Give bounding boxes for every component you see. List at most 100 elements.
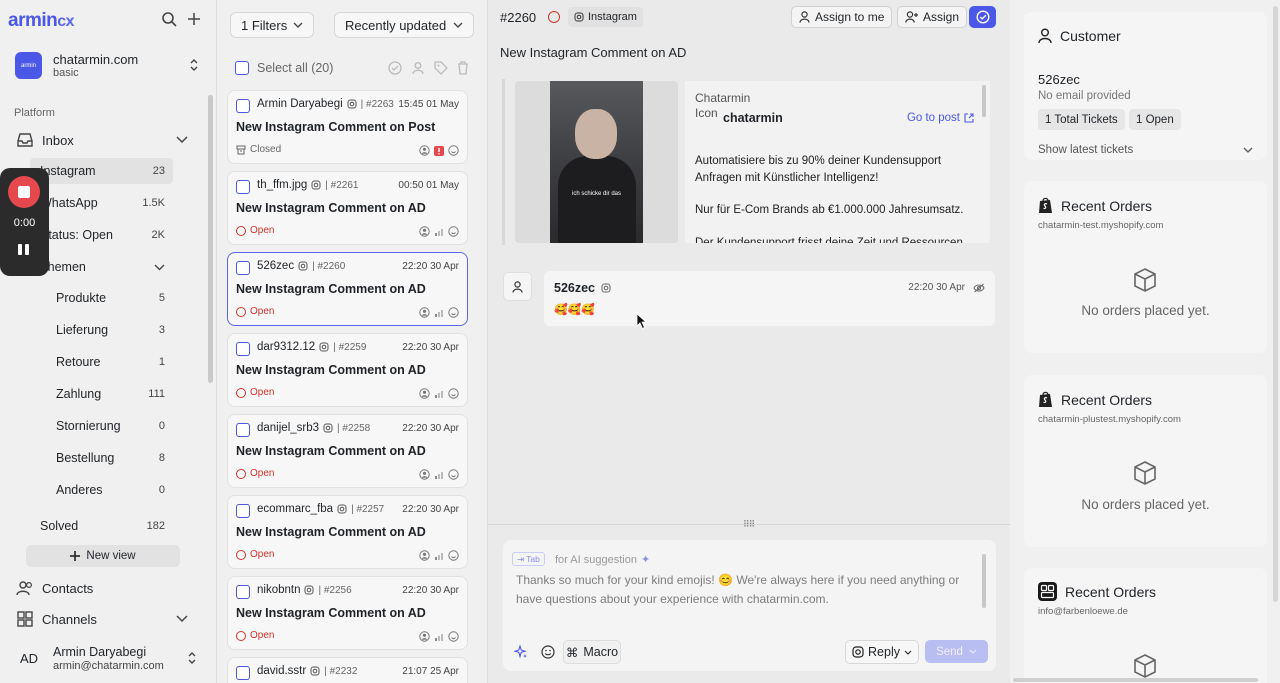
box-icon bbox=[1132, 267, 1158, 296]
shopify-icon bbox=[1038, 391, 1053, 408]
open-status-icon bbox=[236, 468, 246, 479]
broken-image: Chatarmin Icon bbox=[695, 91, 751, 120]
select-all[interactable]: Select all (20) bbox=[235, 61, 333, 75]
store-grid-icon bbox=[1038, 582, 1057, 601]
assign-button[interactable]: Assign bbox=[897, 6, 968, 28]
sidebar: armincx armin chatarmin.com basic Platfo… bbox=[0, 0, 217, 683]
box-icon bbox=[1132, 460, 1158, 489]
user-menu[interactable]: AD Armin Daryabegi armin@chatarmin.com bbox=[18, 645, 203, 675]
assignee-icon bbox=[419, 387, 430, 402]
ticket-checkbox[interactable] bbox=[236, 666, 250, 680]
panel-scrollbar[interactable] bbox=[1273, 6, 1278, 602]
ticket-checkbox[interactable] bbox=[236, 585, 250, 599]
pause-icon[interactable] bbox=[18, 244, 29, 255]
plus-icon[interactable] bbox=[187, 11, 201, 27]
show-latest-tickets[interactable]: Show latest tickets bbox=[1038, 144, 1253, 156]
workspace-switcher[interactable]: armin chatarmin.com basic bbox=[15, 52, 205, 80]
ticket-card[interactable]: Armin Daryabegi | #2263 15:45 01 May New … bbox=[227, 90, 468, 164]
sidebar-topic-produkte[interactable]: Produkte 5 bbox=[46, 285, 173, 311]
sidebar-item-contacts[interactable]: Contacts bbox=[14, 575, 194, 601]
contacts-icon bbox=[14, 580, 36, 596]
message-bubble: 526zec 22:20 30 Apr 🥰🥰🥰 bbox=[544, 271, 995, 326]
user-email: armin@chatarmin.com bbox=[53, 660, 164, 672]
ticket-card[interactable]: nikobntn | #2256 22:20 30 Apr New Instagr… bbox=[227, 576, 468, 650]
sidebar-topic-anderes[interactable]: Anderes 0 bbox=[46, 477, 173, 503]
reply-composer[interactable]: ⇥ Tab for AI suggestion ✦ Thanks so much … bbox=[503, 540, 996, 671]
new-view-button[interactable]: New view bbox=[26, 545, 180, 567]
total-tickets-badge: 1 Total Tickets bbox=[1038, 109, 1125, 130]
composer-scrollbar[interactable] bbox=[982, 554, 986, 608]
ticket-checkbox[interactable] bbox=[236, 342, 250, 356]
ticket-card-selected[interactable]: 526zec | #2260 22:20 30 Apr New Instagram… bbox=[227, 252, 468, 326]
select-all-checkbox[interactable] bbox=[235, 61, 249, 75]
user-icon[interactable] bbox=[411, 61, 425, 75]
check-circle-icon[interactable] bbox=[388, 61, 402, 75]
user-icon bbox=[512, 280, 523, 293]
sentiment-icon bbox=[448, 144, 459, 159]
ad-post-image[interactable]: ich schicke dir das bbox=[515, 81, 678, 243]
user-name: Armin Daryabegi bbox=[53, 645, 147, 659]
reply-mode-dropdown[interactable]: Reply bbox=[845, 640, 919, 664]
sidebar-item-solved[interactable]: Solved 182 bbox=[30, 513, 173, 539]
sidebar-scrollbar[interactable] bbox=[208, 95, 213, 383]
ticket-card[interactable]: ecommarc_fba | #2257 22:20 30 Apr New Ins… bbox=[227, 495, 468, 569]
open-status-icon[interactable] bbox=[548, 11, 560, 23]
emoji-icon bbox=[541, 645, 555, 659]
ticket-card[interactable]: dar9312.12 | #2259 22:20 30 Apr New Insta… bbox=[227, 333, 468, 407]
resolve-button[interactable] bbox=[969, 6, 996, 28]
ai-sparkle-button[interactable] bbox=[509, 640, 533, 664]
stop-recording-button[interactable] bbox=[8, 176, 40, 208]
sidebar-item-status-open[interactable]: Status: Open 2K bbox=[30, 222, 173, 248]
customer-name: 526zec bbox=[1038, 72, 1080, 87]
sidebar-topic-retoure[interactable]: Retoure 1 bbox=[46, 349, 173, 375]
ticket-card[interactable]: th_ffm.jpg | #2261 00:50 01 May New Insta… bbox=[227, 171, 468, 245]
chevron-down-icon[interactable] bbox=[176, 136, 188, 144]
ticket-card[interactable]: david.sstr | #2232 21:07 25 Apr bbox=[227, 657, 468, 683]
sidebar-item-inbox[interactable]: Inbox bbox=[14, 127, 194, 153]
message-author: 526zec bbox=[554, 281, 596, 295]
send-button[interactable]: Send bbox=[925, 640, 988, 663]
assignee-icon bbox=[419, 306, 430, 321]
sidebar-topic-zahlung[interactable]: Zahlung 111 bbox=[46, 381, 173, 407]
ai-suggestion-text[interactable]: Thanks so much for your kind emojis! 😊 W… bbox=[516, 571, 976, 608]
instagram-icon bbox=[298, 261, 308, 271]
ticket-checkbox[interactable] bbox=[236, 180, 250, 194]
ticket-checkbox[interactable] bbox=[236, 99, 250, 113]
sidebar-item-themen[interactable]: Themen bbox=[30, 254, 173, 280]
horizontal-scrollbar[interactable] bbox=[1013, 678, 1258, 682]
eye-off-icon[interactable] bbox=[973, 283, 985, 293]
resize-handle[interactable]: ⠿⠿ bbox=[743, 519, 755, 530]
chevron-down-icon[interactable] bbox=[154, 264, 165, 271]
chevron-down-icon[interactable] bbox=[176, 615, 188, 623]
sidebar-topic-stornierung[interactable]: Stornierung 0 bbox=[46, 413, 173, 439]
trash-icon[interactable] bbox=[457, 61, 469, 75]
ticket-card[interactable]: danijel_srb3 | #2258 22:20 30 Apr New Ins… bbox=[227, 414, 468, 488]
user-plus-icon bbox=[905, 11, 918, 23]
post-scrollbar[interactable] bbox=[982, 85, 986, 117]
post-text: Automatisiere bis zu 90% deiner Kundensu… bbox=[695, 155, 964, 243]
archive-icon bbox=[236, 145, 246, 155]
assign-to-me-button[interactable]: Assign to me bbox=[791, 6, 893, 28]
sidebar-item-whatsapp[interactable]: WhatsApp 1.5K bbox=[30, 190, 173, 216]
shop-url: chatarmin-test.myshopify.com bbox=[1038, 220, 1164, 231]
chevron-down-icon bbox=[969, 649, 977, 654]
macro-button[interactable]: ⌘ Macro bbox=[563, 640, 621, 664]
instagram-icon bbox=[347, 99, 357, 109]
post-account-name: chatarmin bbox=[723, 111, 783, 125]
ticket-checkbox[interactable] bbox=[236, 261, 250, 275]
filters-button[interactable]: 1 Filters bbox=[230, 12, 315, 38]
sort-dropdown[interactable]: Recently updated bbox=[334, 12, 474, 38]
sidebar-topic-lieferung[interactable]: Lieferung 3 bbox=[46, 317, 173, 343]
search-icon[interactable] bbox=[161, 11, 177, 27]
no-orders-text: No orders placed yet. bbox=[1081, 303, 1210, 318]
sidebar-item-instagram[interactable]: Instagram 23 bbox=[30, 158, 173, 184]
brand-logo[interactable]: armincx bbox=[8, 10, 75, 32]
sidebar-item-channels[interactable]: Channels bbox=[14, 606, 194, 632]
ticket-checkbox[interactable] bbox=[236, 504, 250, 518]
sparkle-icon bbox=[514, 645, 527, 659]
go-to-post-link[interactable]: Go to post bbox=[907, 112, 974, 124]
emoji-button[interactable] bbox=[537, 640, 559, 664]
ticket-checkbox[interactable] bbox=[236, 423, 250, 437]
sidebar-topic-bestellung[interactable]: Bestellung 8 bbox=[46, 445, 173, 471]
tag-icon[interactable] bbox=[434, 61, 448, 75]
